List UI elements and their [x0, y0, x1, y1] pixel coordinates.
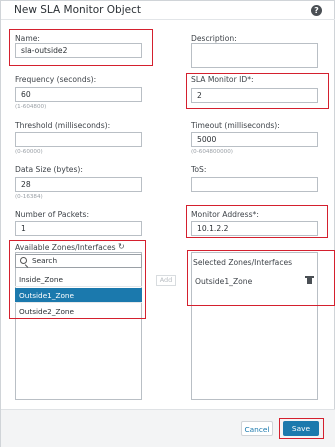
zone-item[interactable]: Inside_Zone — [15, 272, 142, 287]
cancel-button[interactable]: Cancel — [241, 421, 273, 436]
threshold-input[interactable] — [15, 132, 142, 147]
frequency-hint: (1-604800) — [15, 104, 47, 110]
selected-zones-list — [191, 252, 318, 400]
dialog-title: New SLA Monitor Object — [14, 4, 141, 16]
timeout-label: Timeout (milliseconds): — [191, 121, 280, 130]
selected-zone-item: Outside1_Zone — [195, 277, 253, 286]
title-divider — [1, 19, 335, 20]
name-input[interactable]: sla-outside2 — [15, 43, 142, 58]
threshold-label: Threshold (milliseconds): — [15, 121, 111, 130]
description-input[interactable] — [191, 43, 318, 68]
packets-label: Number of Packets: — [15, 210, 90, 219]
save-button[interactable]: Save — [283, 421, 319, 436]
zone-search-placeholder: Search — [32, 256, 58, 265]
monitor-address-input[interactable]: 10.1.2.2 — [191, 221, 318, 236]
threshold-hint: (0-60000) — [15, 149, 43, 155]
sla-monitor-id-input[interactable]: 2 — [191, 88, 318, 103]
packets-input[interactable]: 1 — [15, 221, 142, 236]
name-label: Name: — [15, 34, 40, 43]
help-icon[interactable]: ? — [311, 5, 322, 16]
zone-search-input[interactable]: Search — [15, 254, 142, 268]
frequency-input[interactable]: 60 — [15, 87, 142, 102]
data-size-label: Data Size (bytes): — [15, 165, 83, 174]
add-zone-button[interactable]: Add — [156, 275, 176, 286]
tos-input[interactable] — [191, 177, 318, 192]
tos-label: ToS: — [191, 165, 207, 174]
trash-bin — [307, 278, 312, 284]
selected-zones-label: Selected Zones/Interfaces — [193, 258, 293, 267]
timeout-hint: (0-604800000) — [191, 149, 233, 155]
data-size-hint: (0-16384) — [15, 194, 43, 200]
zone-item[interactable]: Outside1_Zone — [15, 288, 142, 303]
refresh-icon[interactable]: ↻ — [118, 242, 125, 251]
available-zones-label: Available Zones/Interfaces — [15, 243, 116, 252]
timeout-input[interactable]: 5000 — [191, 132, 318, 147]
search-icon — [20, 257, 27, 264]
data-size-input[interactable]: 28 — [15, 177, 142, 192]
sla-monitor-id-label: SLA Monitor ID*: — [191, 75, 254, 84]
zone-item[interactable]: Outside2_Zone — [15, 304, 142, 319]
trash-icon[interactable] — [305, 276, 314, 284]
sla-monitor-dialog: New SLA Monitor Object ? Name: sla-outsi… — [0, 0, 335, 447]
frequency-label: Frequency (seconds): — [15, 75, 97, 84]
description-label: Description: — [191, 34, 237, 43]
monitor-address-label: Monitor Address*: — [191, 210, 259, 219]
